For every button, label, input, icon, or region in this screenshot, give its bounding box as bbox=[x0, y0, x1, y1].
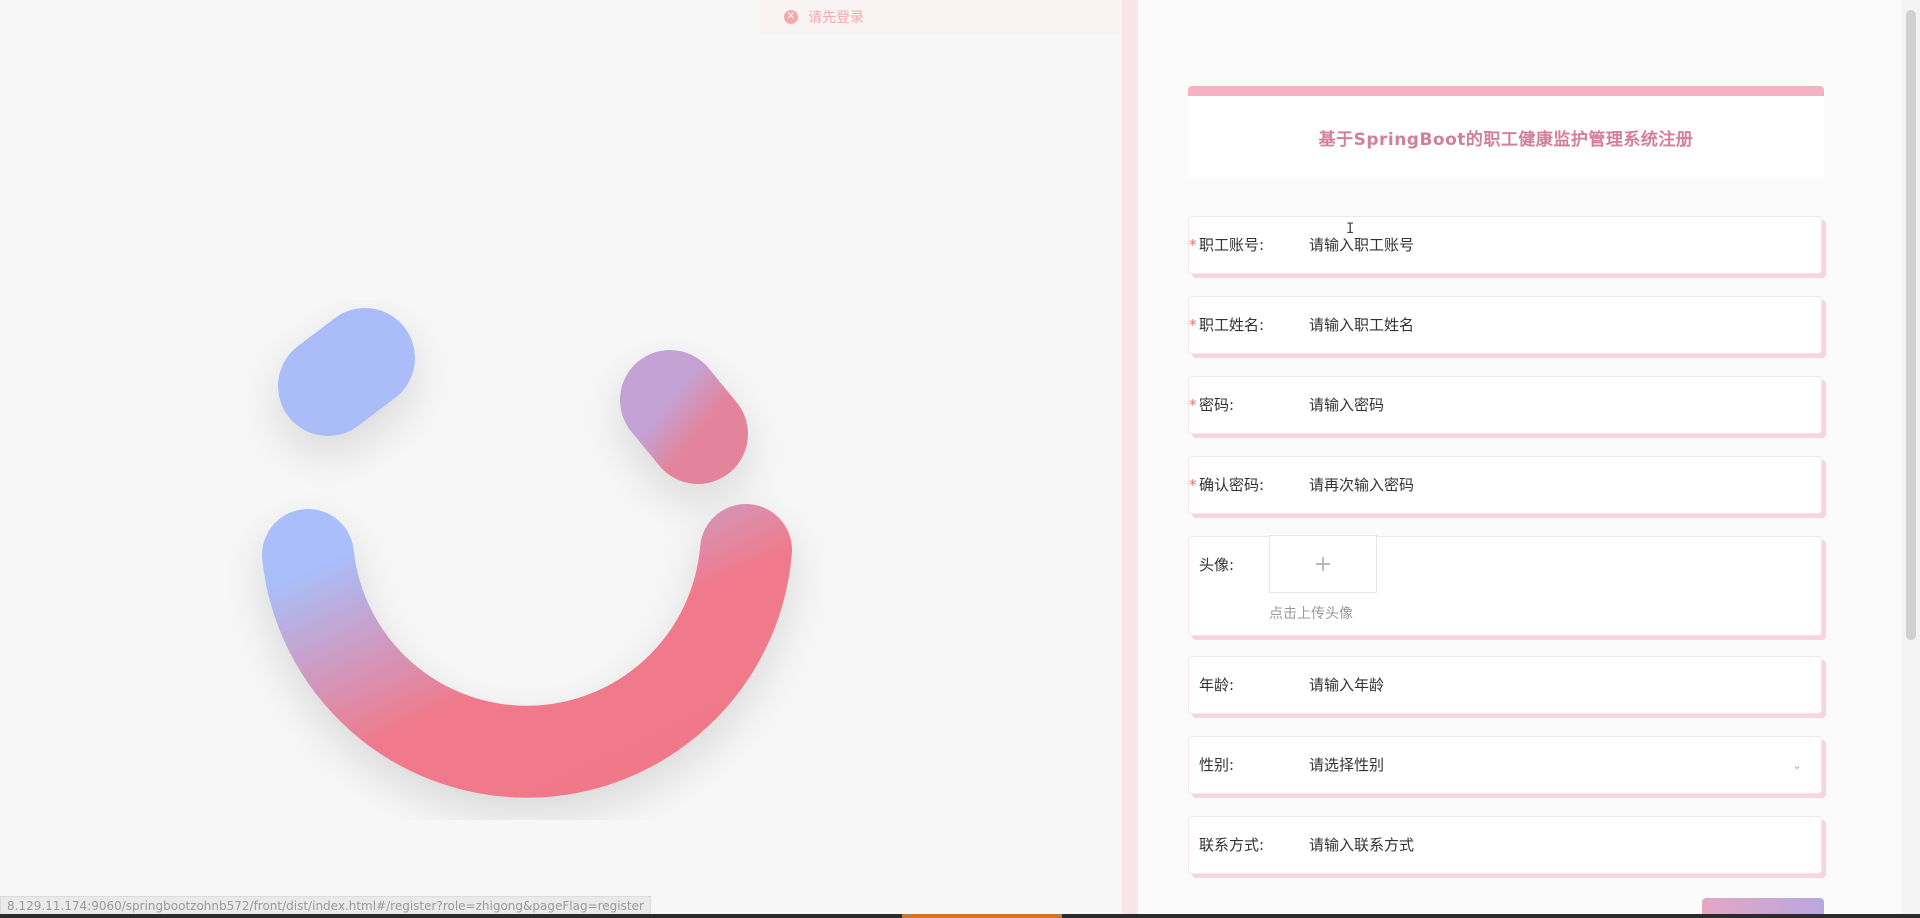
text-cursor-icon: I bbox=[1346, 221, 1355, 237]
field-gender[interactable]: 性别: 请选择性别 ⌄ bbox=[1188, 736, 1822, 794]
chevron-down-icon[interactable]: ⌄ bbox=[1789, 757, 1805, 773]
password-input[interactable]: 请输入密码 bbox=[1309, 377, 1384, 433]
upload-hint: 点击上传头像 bbox=[1269, 606, 1353, 622]
scrollbar-thumb[interactable] bbox=[1906, 10, 1916, 640]
plus-icon: + bbox=[1313, 551, 1333, 577]
right-eye-shape bbox=[620, 350, 748, 484]
field-contact: 联系方式: 请输入联系方式 bbox=[1188, 816, 1822, 874]
field-label: * 职工账号: bbox=[1189, 217, 1264, 273]
field-label: * 密码: bbox=[1189, 377, 1234, 433]
error-icon: ✕ bbox=[784, 10, 798, 24]
login-warning-toast: ✕ 请先登录 bbox=[760, 0, 1120, 34]
toast-message: 请先登录 bbox=[808, 10, 864, 26]
field-avatar: 头像: + 点击上传头像 bbox=[1188, 535, 1822, 636]
employee-account-input[interactable]: 请输入职工账号 bbox=[1309, 217, 1414, 273]
taskbar-accent bbox=[902, 914, 1062, 918]
field-label: 年龄: bbox=[1199, 676, 1235, 694]
field-password: * 密码: 请输入密码 bbox=[1188, 376, 1822, 434]
divider bbox=[1122, 0, 1138, 918]
age-input[interactable]: 请输入年龄 bbox=[1309, 657, 1384, 713]
required-mark: * bbox=[1189, 396, 1197, 414]
decorative-left-panel bbox=[0, 0, 1122, 918]
form-title-box: 基于SpringBoot的职工健康监护管理系统注册 bbox=[1188, 86, 1824, 178]
field-label: * 确认密码: bbox=[1189, 457, 1264, 513]
field-age: 年龄: 请输入年龄 bbox=[1188, 656, 1822, 714]
gender-select[interactable]: 请选择性别 bbox=[1309, 737, 1384, 793]
smile-logo-icon bbox=[262, 308, 792, 798]
smile-mouth-shape bbox=[262, 504, 792, 798]
employee-name-input[interactable]: 请输入职工姓名 bbox=[1309, 297, 1414, 353]
left-eye-shape bbox=[278, 308, 415, 436]
field-employee-name: * 职工姓名: 请输入职工姓名 bbox=[1188, 296, 1822, 354]
field-label: * 职工姓名: bbox=[1189, 297, 1264, 353]
page: ✕ 请先登录 基于SpringBoot的职工健康监护管理系统注册 * 职工账号:… bbox=[0, 0, 1920, 918]
field-label: 联系方式: bbox=[1199, 836, 1265, 854]
required-mark: * bbox=[1189, 476, 1197, 494]
avatar-upload-button[interactable]: + bbox=[1269, 535, 1377, 593]
field-label: 头像: bbox=[1199, 556, 1235, 574]
confirm-password-input[interactable]: 请再次输入密码 bbox=[1309, 457, 1414, 513]
register-form: 基于SpringBoot的职工健康监护管理系统注册 * 职工账号: 请输入职工账… bbox=[1188, 86, 1824, 874]
status-bar-url: 8.129.11.174:9060/springbootzohnb572/fro… bbox=[0, 896, 651, 916]
required-mark: * bbox=[1189, 316, 1197, 334]
field-confirm-password: * 确认密码: 请再次输入密码 bbox=[1188, 456, 1822, 514]
contact-input[interactable]: 请输入联系方式 bbox=[1309, 817, 1414, 873]
form-title: 基于SpringBoot的职工健康监护管理系统注册 bbox=[1318, 129, 1694, 150]
required-mark: * bbox=[1189, 236, 1197, 254]
field-employee-account: * 职工账号: 请输入职工账号 bbox=[1188, 216, 1822, 274]
field-label: 性别: bbox=[1199, 756, 1235, 774]
